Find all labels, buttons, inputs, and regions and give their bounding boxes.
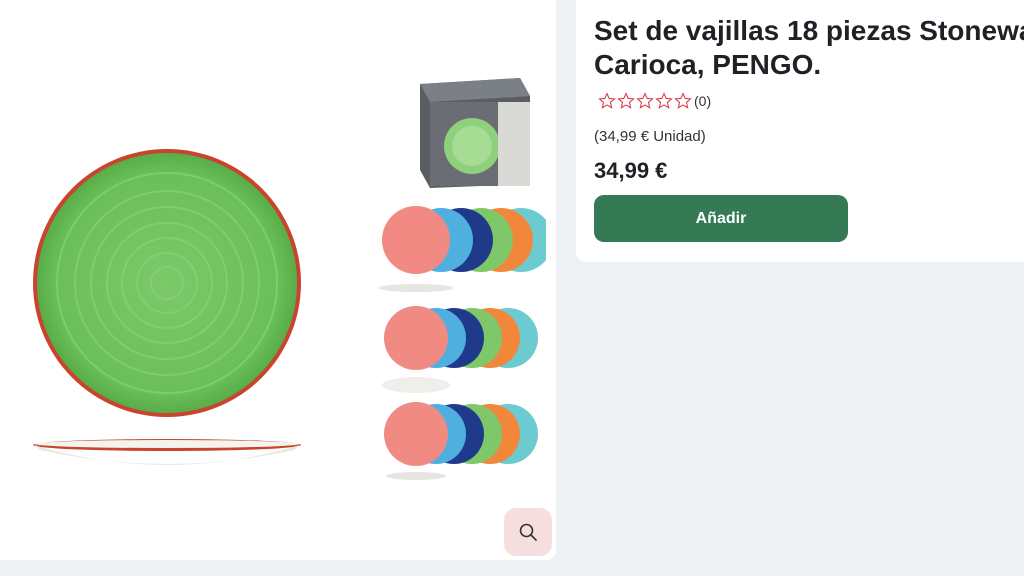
zoom-button[interactable] — [504, 508, 552, 556]
star-outline-icon — [617, 92, 635, 109]
product-title: Set de vajillas 18 piezas Stonewar Cario… — [594, 14, 1024, 82]
search-icon — [519, 523, 537, 541]
thumbnail-plates-image[interactable] — [376, 200, 546, 295]
thumbnail-plates-image[interactable] — [380, 300, 540, 395]
rating-count: (0) — [694, 93, 712, 109]
product-title-line: Set de vajillas 18 piezas Stonewar — [594, 15, 1024, 46]
product-info-panel: Set de vajillas 18 piezas Stonewar Cario… — [576, 0, 1024, 262]
rating-stars[interactable]: (0) — [598, 92, 711, 110]
star-outline-icon — [674, 92, 692, 109]
thumbnail-plates-image[interactable] — [380, 398, 540, 483]
star-outline-icon — [636, 92, 654, 109]
product-image-panel — [0, 0, 556, 560]
thumbnail-box-image[interactable] — [414, 74, 534, 190]
star-outline-icon — [655, 92, 673, 109]
add-to-cart-button[interactable]: Añadir — [594, 195, 848, 242]
price: 34,99 € — [594, 158, 668, 183]
star-outline-icon — [598, 92, 616, 109]
main-product-image[interactable] — [24, 140, 314, 485]
product-title-line: Carioca, PENGO. — [594, 49, 822, 80]
unit-price: (34,99 € Unidad) — [594, 128, 706, 145]
